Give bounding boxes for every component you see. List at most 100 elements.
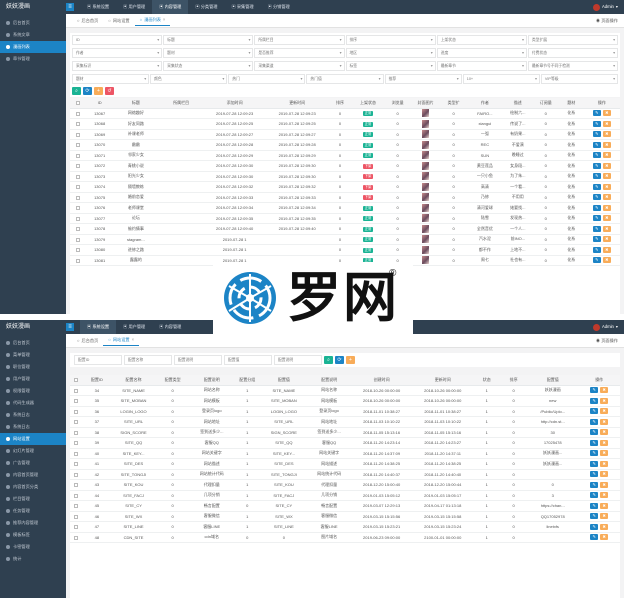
row-checkbox[interactable] <box>76 195 81 200</box>
top-nav-item[interactable]: ▣ 采集管理 <box>225 0 261 14</box>
delete-button[interactable]: ✖ <box>602 204 611 211</box>
sidebar-item[interactable]: 幻灯片管理 <box>0 445 66 457</box>
select-all-checkbox[interactable] <box>76 101 81 106</box>
filter-field[interactable]: 热门 ▾ <box>228 74 306 84</box>
sidebar-item[interactable]: 广告管理 <box>0 457 66 469</box>
top-nav-item[interactable]: ▣ 分销管理 <box>261 0 297 14</box>
page-tab[interactable]: ○ 漫画列表 × <box>134 16 171 26</box>
edit-button[interactable]: ✎ <box>592 152 601 159</box>
sidebar-item[interactable]: 推荐内容管理 <box>0 517 66 529</box>
filter-field[interactable]: ID ▾ <box>72 35 163 45</box>
filter-field[interactable]: 最新章节 ▾ <box>436 61 527 71</box>
row-checkbox[interactable] <box>76 216 81 221</box>
page-actions-button[interactable]: ◉ 页面操作 <box>596 17 618 25</box>
edit-button[interactable]: ✎ <box>592 141 601 148</box>
row-checkbox[interactable] <box>74 399 79 404</box>
search-button[interactable]: ⌕ <box>72 87 81 95</box>
filter-field[interactable]: 推荐 ▾ <box>384 74 462 84</box>
cover-thumbnail[interactable] <box>422 161 430 170</box>
edit-button[interactable]: ✎ <box>592 236 601 243</box>
column-header[interactable]: 类型扩 <box>440 98 467 109</box>
row-checkbox[interactable] <box>76 132 81 137</box>
edit-button[interactable]: ✎ <box>590 513 599 520</box>
page-tab[interactable]: ○ 后台首页 <box>72 336 103 346</box>
column-header[interactable]: 更新时间 <box>412 375 474 386</box>
delete-button[interactable]: ✖ <box>600 492 609 499</box>
add-button[interactable]: + <box>94 87 103 95</box>
edit-button[interactable]: ✎ <box>590 418 599 425</box>
filter-field[interactable]: 排序 ▾ <box>345 35 436 45</box>
cover-thumbnail[interactable] <box>422 214 430 223</box>
cover-thumbnail[interactable] <box>422 182 430 191</box>
page-actions-button[interactable]: ◉ 页面操作 <box>596 337 618 345</box>
top-nav-item[interactable]: ▣ 内容管理 <box>152 320 188 334</box>
cover-thumbnail[interactable] <box>422 140 430 149</box>
cover-thumbnail[interactable] <box>422 245 430 254</box>
cover-thumbnail[interactable] <box>422 203 430 212</box>
edit-button[interactable]: ✎ <box>590 429 599 436</box>
filter-field[interactable]: 颜色 ▾ <box>150 74 228 84</box>
cover-thumbnail[interactable] <box>422 109 430 118</box>
edit-button[interactable]: ✎ <box>590 387 599 394</box>
column-header[interactable]: 配置说明 <box>307 375 352 386</box>
filter-field[interactable]: 题材 ▾ <box>163 48 254 58</box>
column-header[interactable]: 配置分组 <box>233 375 261 386</box>
row-checkbox[interactable] <box>76 258 81 263</box>
search-button[interactable]: ⌕ <box>324 356 333 364</box>
column-header[interactable]: 浏览量 <box>384 98 411 109</box>
edit-button[interactable]: ✎ <box>590 450 599 457</box>
sidebar-item[interactable]: 内容首页管理 <box>0 469 66 481</box>
row-checkbox[interactable] <box>74 535 79 540</box>
edit-button[interactable]: ✎ <box>592 194 601 201</box>
row-checkbox[interactable] <box>74 451 79 456</box>
delete-button[interactable]: ✖ <box>602 152 611 159</box>
edit-button[interactable]: ✎ <box>592 173 601 180</box>
sidebar-item[interactable]: 任务管理 <box>0 505 66 517</box>
cover-thumbnail[interactable] <box>422 193 430 202</box>
column-header[interactable]: 所属栏目 <box>158 98 204 109</box>
top-nav-item[interactable]: ▣ 系统设置 <box>80 0 116 14</box>
reset-button[interactable]: ↺ <box>105 87 114 95</box>
filter-field[interactable]: 标签 ▾ <box>345 61 436 71</box>
row-checkbox[interactable] <box>76 227 81 232</box>
sidebar-item[interactable]: 栏目管理 <box>0 493 66 505</box>
edit-button[interactable]: ✎ <box>590 534 599 541</box>
edit-button[interactable]: ✎ <box>592 162 601 169</box>
row-checkbox[interactable] <box>74 430 79 435</box>
column-header[interactable]: 作者 <box>466 98 503 109</box>
filter-field[interactable]: 地区 ▾ <box>345 48 436 58</box>
sidebar-item[interactable]: 系统日志 <box>0 421 66 433</box>
edit-button[interactable]: ✎ <box>590 481 599 488</box>
delete-button[interactable]: ✖ <box>602 257 611 264</box>
column-header[interactable]: 操作 <box>578 375 620 386</box>
filter-field[interactable]: 配置说明 <box>174 355 222 365</box>
delete-button[interactable]: ✖ <box>600 523 609 530</box>
top-nav-item[interactable]: ▣ 系统设置 <box>80 320 117 334</box>
edit-button[interactable]: ✎ <box>590 471 599 478</box>
top-nav-item[interactable]: ▣ 用户管理 <box>116 0 152 14</box>
filter-field[interactable]: 配置ID <box>74 355 122 365</box>
close-icon[interactable]: × <box>132 335 134 345</box>
delete-button[interactable]: ✖ <box>602 131 611 138</box>
edit-button[interactable]: ✎ <box>592 110 601 117</box>
filter-field[interactable]: 最新章节号不同于检测 ▾ <box>527 61 619 71</box>
sidebar-item[interactable]: 系统文章 <box>0 29 66 41</box>
filter-field[interactable]: 采集标识 ▾ <box>72 61 163 71</box>
edit-button[interactable]: ✎ <box>590 502 599 509</box>
edit-button[interactable]: ✎ <box>592 246 601 253</box>
user-menu[interactable]: Admin ▾ <box>593 320 618 334</box>
column-header[interactable]: 封面图片 <box>410 98 441 109</box>
column-header[interactable]: 上架状态 <box>351 98 385 109</box>
row-checkbox[interactable] <box>74 462 79 467</box>
top-nav-item[interactable]: ▣ 内容管理 <box>152 0 189 14</box>
row-checkbox[interactable] <box>74 514 79 519</box>
filter-field[interactable]: 采集状态 ▾ <box>163 61 254 71</box>
menu-toggle-icon[interactable]: ≡ <box>66 3 74 11</box>
edit-button[interactable]: ✎ <box>592 120 601 127</box>
edit-button[interactable]: ✎ <box>590 408 599 415</box>
sidebar-item[interactable]: 菜单管理 <box>0 349 66 361</box>
delete-button[interactable]: ✖ <box>600 471 609 478</box>
user-menu[interactable]: Admin ▾ <box>593 0 618 14</box>
sidebar-item[interactable]: 职位管理 <box>0 361 66 373</box>
page-tab[interactable]: ○ 网站设置 × <box>103 335 140 346</box>
